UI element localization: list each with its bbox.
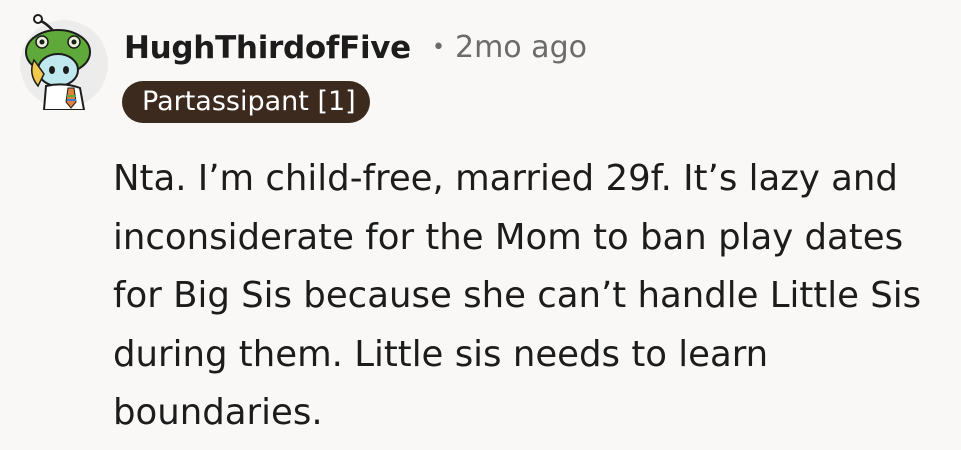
user-avatar[interactable] xyxy=(18,12,110,111)
comment-body: Nta. I’m child-free, married 29f. It’s l… xyxy=(113,158,922,433)
snoo-avatar-icon xyxy=(20,14,108,111)
meta-separator: • xyxy=(432,35,445,60)
comment-author[interactable]: HughThirdofFive xyxy=(124,28,411,68)
comment-meta: • 2mo ago xyxy=(432,28,587,71)
comment: HughThirdofFive • 2mo ago Partassipant [1… xyxy=(0,0,961,450)
comment-timestamp[interactable]: 2mo ago xyxy=(455,30,587,65)
user-flair-badge: Partassipant [1] xyxy=(122,81,370,123)
